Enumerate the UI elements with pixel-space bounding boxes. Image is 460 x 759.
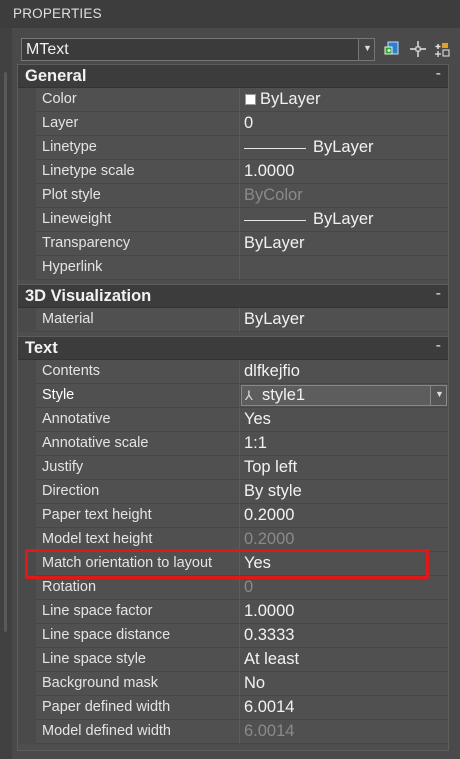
- property-row-plot-style[interactable]: Plot style ByColor: [18, 184, 448, 208]
- property-value: 0: [244, 114, 254, 132]
- property-name: Rotation: [42, 579, 97, 595]
- chevron-down-icon[interactable]: ▼: [358, 39, 374, 60]
- property-row-justify[interactable]: Justify Top left: [18, 456, 448, 480]
- property-row-model-defined-width[interactable]: Model defined width 6.0014: [18, 720, 448, 744]
- property-name: Line space distance: [42, 627, 171, 643]
- property-value: 1.0000: [244, 602, 295, 620]
- section-3d-visualization[interactable]: 3D Visualization -: [18, 284, 448, 308]
- property-row-linetype[interactable]: Linetype ByLayer: [18, 136, 448, 160]
- collapse-icon[interactable]: -: [436, 285, 441, 303]
- property-row-background-mask[interactable]: Background mask No: [18, 672, 448, 696]
- style-dropdown[interactable]: ⅄ style1 ▼: [241, 385, 447, 406]
- color-swatch: [245, 94, 256, 105]
- property-name: Background mask: [42, 675, 159, 691]
- property-row-layer[interactable]: Layer 0: [18, 112, 448, 136]
- property-row-lineweight[interactable]: Lineweight ByLayer: [18, 208, 448, 232]
- property-row-paper-text-height[interactable]: Paper text height 0.2000: [18, 504, 448, 528]
- property-row-annotative[interactable]: Annotative Yes: [18, 408, 448, 432]
- property-row-rotation[interactable]: Rotation 0: [18, 576, 448, 600]
- property-name: Annotative: [42, 411, 111, 427]
- property-row-direction[interactable]: Direction By style: [18, 480, 448, 504]
- object-type-dropdown[interactable]: MText ▼: [21, 38, 375, 61]
- section-text[interactable]: Text -: [18, 336, 448, 360]
- quick-select-icon[interactable]: [384, 40, 402, 58]
- collapse-icon[interactable]: -: [436, 337, 441, 355]
- property-row-linetype-scale[interactable]: Linetype scale 1.0000: [18, 160, 448, 184]
- property-row-material[interactable]: Material ByLayer: [18, 308, 448, 332]
- title-bar: PROPERTIES: [0, 0, 460, 28]
- property-name: Layer: [42, 115, 79, 131]
- property-value: Top left: [244, 458, 298, 476]
- property-name: Model text height: [42, 531, 153, 547]
- property-row-transparency[interactable]: Transparency ByLayer: [18, 232, 448, 256]
- property-name: Justify: [42, 459, 84, 475]
- property-name: Paper text height: [42, 507, 152, 523]
- select-objects-icon[interactable]: [409, 40, 427, 58]
- section-title: 3D Visualization: [25, 287, 152, 305]
- property-value: 6.0014: [244, 722, 295, 740]
- property-name: Contents: [42, 363, 101, 379]
- property-row-line-space-factor[interactable]: Line space factor 1.0000: [18, 600, 448, 624]
- property-row-hyperlink[interactable]: Hyperlink: [18, 256, 448, 280]
- property-value: 0.3333: [244, 626, 295, 644]
- property-row-color[interactable]: Color ByLayer: [18, 88, 448, 112]
- text-style-icon: ⅄: [245, 388, 253, 403]
- property-value: 1:1: [244, 434, 267, 452]
- lineweight-preview: [244, 220, 306, 221]
- property-value: Yes: [244, 410, 271, 428]
- property-row-paper-defined-width[interactable]: Paper defined width 6.0014: [18, 696, 448, 720]
- object-type-value: MText: [26, 41, 69, 58]
- property-name: Linetype scale: [42, 163, 135, 179]
- panel-title: PROPERTIES: [13, 6, 102, 21]
- property-value: ByLayer: [313, 138, 374, 156]
- style-value: style1: [262, 386, 306, 404]
- section-title: Text: [25, 339, 58, 357]
- property-row-contents[interactable]: Contents dlfkejfio: [18, 360, 448, 384]
- property-value: ByLayer: [260, 90, 321, 108]
- chevron-down-icon[interactable]: ▼: [430, 386, 446, 405]
- property-name: Plot style: [42, 187, 101, 203]
- property-value: 0.2000: [244, 506, 295, 524]
- property-value: ByColor: [244, 186, 303, 204]
- property-row-annotative-scale[interactable]: Annotative scale 1:1: [18, 432, 448, 456]
- property-value: ByLayer: [244, 310, 305, 328]
- property-name: Line space factor: [42, 603, 153, 619]
- property-value: 1.0000: [244, 162, 295, 180]
- property-row-line-space-distance[interactable]: Line space distance 0.3333: [18, 624, 448, 648]
- side-strip: [0, 28, 12, 759]
- linetype-preview: [244, 148, 306, 149]
- property-row-line-space-style[interactable]: Line space style At least: [18, 648, 448, 672]
- collapse-icon[interactable]: -: [436, 65, 441, 83]
- highlight-box: [25, 549, 429, 579]
- property-name: Paper defined width: [42, 699, 171, 715]
- property-value: ByLayer: [313, 210, 374, 228]
- property-name: Lineweight: [42, 211, 112, 227]
- property-value: No: [244, 674, 266, 692]
- property-name: Linetype: [42, 139, 97, 155]
- property-value: By style: [244, 482, 302, 500]
- property-value: 0: [244, 578, 254, 596]
- property-value: ByLayer: [244, 234, 305, 252]
- property-value: dlfkejfio: [244, 362, 300, 380]
- property-name: Style: [42, 387, 75, 403]
- section-title: General: [25, 67, 87, 85]
- property-row-style[interactable]: Style ⅄ style1 ▼: [18, 384, 448, 408]
- section-general[interactable]: General -: [18, 64, 448, 88]
- property-name: Line space style: [42, 651, 146, 667]
- property-name: Material: [42, 311, 94, 327]
- property-name: Annotative scale: [42, 435, 149, 451]
- toggle-pickadd-icon[interactable]: [433, 40, 451, 58]
- property-value: 6.0014: [244, 698, 295, 716]
- property-value: At least: [244, 650, 300, 668]
- property-name: Color: [42, 91, 77, 107]
- property-name: Hyperlink: [42, 259, 103, 275]
- side-scroll-thumb[interactable]: [4, 72, 7, 632]
- property-name: Model defined width: [42, 723, 171, 739]
- property-value: 0.2000: [244, 530, 295, 548]
- property-name: Direction: [42, 483, 100, 499]
- property-name: Transparency: [42, 235, 131, 251]
